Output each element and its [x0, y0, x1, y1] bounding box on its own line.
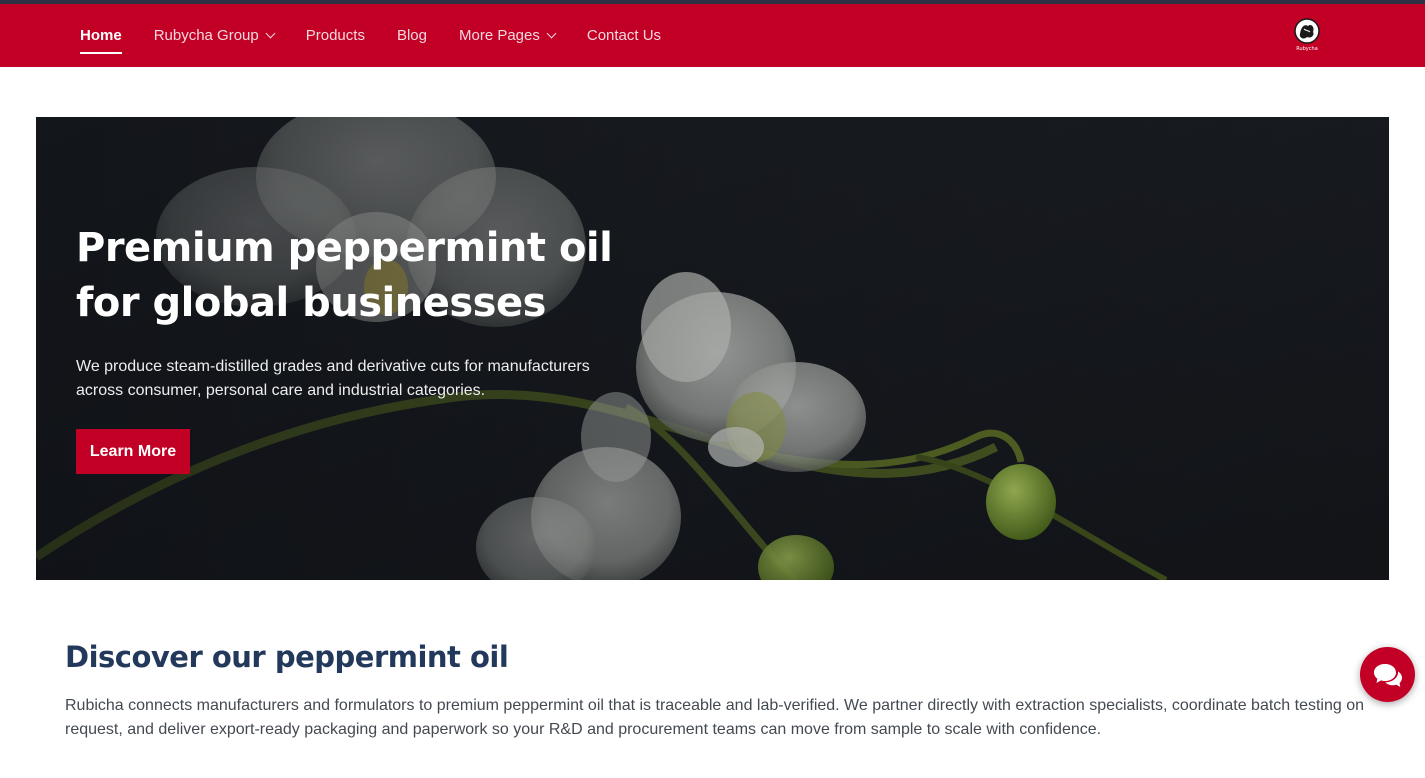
nav-rubycha-group[interactable]: Rubycha Group [153, 4, 276, 67]
chat-bubbles-icon [1373, 663, 1402, 687]
brand-logo[interactable]: Rubycha [1293, 18, 1321, 52]
learn-more-button[interactable]: Learn More [76, 429, 190, 474]
nav-products-label: Products [305, 27, 365, 44]
hero-title: Premium peppermint oil for global busine… [76, 225, 613, 326]
nav-rubycha-group-label: Rubycha Group [153, 27, 259, 44]
nav-products[interactable]: Products [306, 4, 365, 67]
logo-text: Rubycha [1296, 46, 1318, 52]
navbar: Home Rubycha Group Products Blog More Pa… [0, 4, 1425, 67]
nav-more-pages[interactable]: More Pages [458, 4, 557, 67]
nav-home[interactable]: Home [80, 4, 122, 67]
nav-contact-us-label: Contact Us [586, 27, 662, 44]
section-title: Discover our peppermint oil [65, 640, 509, 674]
chat-button[interactable] [1360, 647, 1415, 702]
chevron-down-icon [265, 28, 276, 39]
hero-description: We produce steam-distilled grades and de… [76, 358, 590, 399]
nav-blog-label: Blog [396, 27, 427, 44]
section-description: Rubicha connects manufacturers and formu… [65, 697, 1365, 738]
chevron-down-icon [546, 28, 557, 39]
nav-blog[interactable]: Blog [397, 4, 427, 67]
hero-banner: Premium peppermint oil for global busine… [36, 117, 1389, 580]
nav-contact-us[interactable]: Contact Us [587, 4, 661, 67]
nav-more-pages-label: More Pages [458, 27, 540, 44]
nav-home-label: Home [80, 27, 122, 44]
nav-menu: Home Rubycha Group Products Blog More Pa… [80, 4, 661, 67]
hero-overlay [36, 117, 1389, 580]
